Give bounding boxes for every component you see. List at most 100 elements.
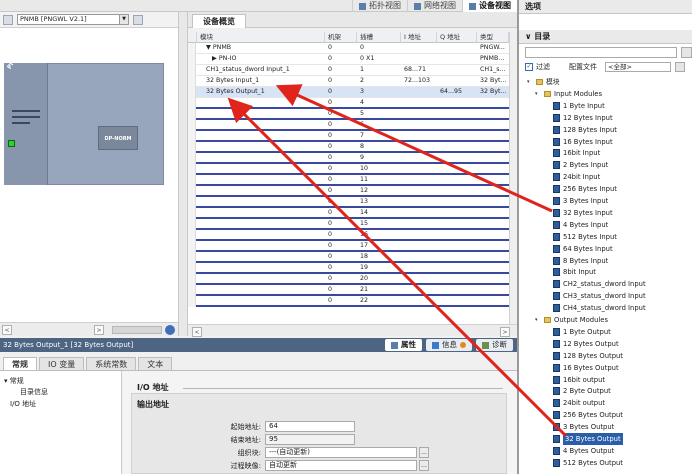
catalog-item[interactable]: 128 Bytes Input xyxy=(553,124,617,136)
tab-diagnostics[interactable]: 诊断 xyxy=(476,339,513,351)
table-row[interactable]: ▼ PNMB 0 0 PNGW... xyxy=(188,43,509,54)
table-row[interactable]: 0 18 xyxy=(188,252,509,263)
catalog-item[interactable]: 16 Bytes Input xyxy=(553,136,613,148)
search-icon[interactable] xyxy=(681,47,692,58)
table-row[interactable]: 0 12 xyxy=(188,186,509,197)
process-image-field[interactable]: 自动更新 xyxy=(265,460,417,471)
catalog-item[interactable]: 256 Bytes Input xyxy=(553,183,617,195)
table-row[interactable]: CH1_status_dword Input_1 0 1 68...71 CH1_s..… xyxy=(188,65,509,76)
profile-select[interactable]: <全部> xyxy=(605,62,671,72)
catalog-item[interactable]: CH2_status_dword Input xyxy=(553,278,646,290)
navigate-icon[interactable] xyxy=(165,325,175,335)
catalog-item[interactable]: 8 Bytes Input xyxy=(553,255,608,267)
scroll-left-icon[interactable]: < xyxy=(2,325,12,335)
table-row[interactable]: 0 19 xyxy=(188,263,509,274)
tab-system-constants[interactable]: 系统常数 xyxy=(86,357,137,370)
tab-io-tags[interactable]: IO 变量 xyxy=(39,357,85,370)
zoom-slider[interactable] xyxy=(112,326,162,334)
catalog-item[interactable]: 128 Bytes Output xyxy=(553,350,623,362)
table-row[interactable]: 0 21 xyxy=(188,285,509,296)
scroll-right-icon[interactable]: > xyxy=(500,327,510,337)
device-select[interactable]: PNMB [PNGWL V2.1] ▼ xyxy=(17,14,129,25)
catalog-item[interactable]: 256 Bytes Output xyxy=(553,409,623,421)
scroll-left-icon[interactable]: < xyxy=(192,327,202,337)
catalog-folder[interactable]: ▾ Input Modules xyxy=(535,88,602,100)
column-header[interactable]: 类型 xyxy=(477,32,509,43)
table-row[interactable]: 05 xyxy=(188,109,509,120)
tab-device-view[interactable]: 设备视图 xyxy=(462,0,517,12)
catalog-item[interactable]: 24bit Input xyxy=(553,171,600,183)
expand-toggle-icon[interactable]: ▾ xyxy=(535,314,541,326)
catalog-item[interactable]: 4 Bytes Output xyxy=(553,445,614,457)
catalog-item[interactable]: 512 Bytes Input xyxy=(553,231,617,243)
expand-toggle-icon[interactable]: ▾ xyxy=(527,76,533,88)
process-image-browse-button[interactable]: … xyxy=(419,460,429,471)
table-row[interactable]: 32 Bytes Input_1 0 2 72...103 32 Byt... xyxy=(188,76,509,87)
catalog-item[interactable]: 4 Bytes Input xyxy=(553,219,608,231)
catalog-item[interactable]: CH4_status_dword Input xyxy=(553,302,646,314)
catalog-item[interactable]: 32 Bytes Output xyxy=(553,433,623,445)
tab-device-overview[interactable]: 设备概览 xyxy=(192,14,246,28)
filter-checkbox[interactable]: ✓ xyxy=(525,63,533,71)
start-address-field[interactable]: 64 xyxy=(265,421,355,432)
device-tool-icon[interactable] xyxy=(3,14,13,25)
catalog-header[interactable]: ∨ 目录 xyxy=(519,30,692,44)
table-row[interactable]: 0 20 xyxy=(188,274,509,285)
catalog-item[interactable]: 2 Bytes Input xyxy=(553,159,608,171)
expand-toggle-icon[interactable]: ▾ xyxy=(535,88,541,100)
table-row[interactable]: 08 xyxy=(188,142,509,153)
dp-norm-module[interactable]: DP-NORM xyxy=(98,126,138,150)
column-header[interactable]: I 地址 xyxy=(401,32,437,43)
catalog-item[interactable]: 3 Bytes Input xyxy=(553,195,608,207)
catalog-folder[interactable]: ▾ 模块 xyxy=(527,76,560,88)
tab-properties[interactable]: 属性 xyxy=(385,339,422,351)
overview-vscroll[interactable] xyxy=(509,32,517,324)
catalog-item[interactable]: 12 Bytes Input xyxy=(553,112,613,124)
splitter[interactable] xyxy=(178,12,188,336)
catalog-item[interactable]: 16bit output xyxy=(553,374,605,386)
table-row[interactable]: 0 16 xyxy=(188,230,509,241)
catalog-item[interactable]: 32 Bytes Input xyxy=(553,207,613,219)
catalog-item[interactable]: 2 Byte Output xyxy=(553,385,611,397)
catalog-item[interactable]: 12 Bytes Output xyxy=(553,338,619,350)
catalog-folder[interactable]: ▾ Output Modules xyxy=(535,314,608,326)
column-header[interactable]: 机架 xyxy=(325,32,357,43)
catalog-item[interactable]: 24bit output xyxy=(553,397,605,409)
table-row[interactable]: 04 xyxy=(188,98,509,109)
column-header[interactable]: 模块 xyxy=(197,32,325,43)
tab-topology-view[interactable]: 拓扑视图 xyxy=(352,0,407,12)
nav-item-catalog-info[interactable]: 目录信息 xyxy=(20,387,48,397)
ob-field[interactable]: ---(自动更新) xyxy=(265,447,417,458)
table-row[interactable]: 0 11 xyxy=(188,175,509,186)
tab-info[interactable]: 信息 xyxy=(426,339,472,351)
table-row[interactable]: 0 17 xyxy=(188,241,509,252)
tab-network-view[interactable]: 网络视图 xyxy=(407,0,462,12)
chevron-down-icon[interactable]: ▼ xyxy=(119,15,128,24)
overview-hscroll[interactable]: < > xyxy=(188,324,517,337)
table-row[interactable]: ▶ PN-IO 0 0 X1 PNMB... xyxy=(188,54,509,65)
catalog-item[interactable]: CH3_status_dword Input xyxy=(553,290,646,302)
catalog-item[interactable]: 16 Bytes Output xyxy=(553,362,619,374)
table-row[interactable]: 09 xyxy=(188,153,509,164)
catalog-item[interactable]: 1 Byte Input xyxy=(553,100,605,112)
canvas-hscroll[interactable]: < > xyxy=(0,322,178,336)
table-row[interactable]: 06 xyxy=(188,120,509,131)
catalog-item[interactable]: 512 Bytes Output xyxy=(553,457,623,469)
ob-browse-button[interactable]: … xyxy=(419,447,429,458)
table-row[interactable]: 07 xyxy=(188,131,509,142)
catalog-item[interactable]: 64 Bytes Input xyxy=(553,243,613,255)
catalog-item[interactable]: 3 Bytes Output xyxy=(553,421,614,433)
table-row[interactable]: 0 10 xyxy=(188,164,509,175)
catalog-search-input[interactable] xyxy=(525,47,677,58)
table-row[interactable]: 0 14 xyxy=(188,208,509,219)
table-row[interactable]: 0 22 xyxy=(188,296,509,307)
tab-general[interactable]: 常规 xyxy=(3,357,37,370)
tab-texts[interactable]: 文本 xyxy=(138,357,173,370)
table-row[interactable]: 0 13 xyxy=(188,197,509,208)
layout-icon[interactable] xyxy=(133,14,143,25)
table-row[interactable]: 32 Bytes Output_1 0 3 64...95 32 Byt... xyxy=(188,87,509,98)
catalog-item[interactable]: 1 Byte Output xyxy=(553,326,611,338)
rack-head-module[interactable] xyxy=(4,63,48,185)
filter-options-icon[interactable] xyxy=(675,62,685,72)
column-header[interactable]: Q 地址 xyxy=(437,32,477,43)
